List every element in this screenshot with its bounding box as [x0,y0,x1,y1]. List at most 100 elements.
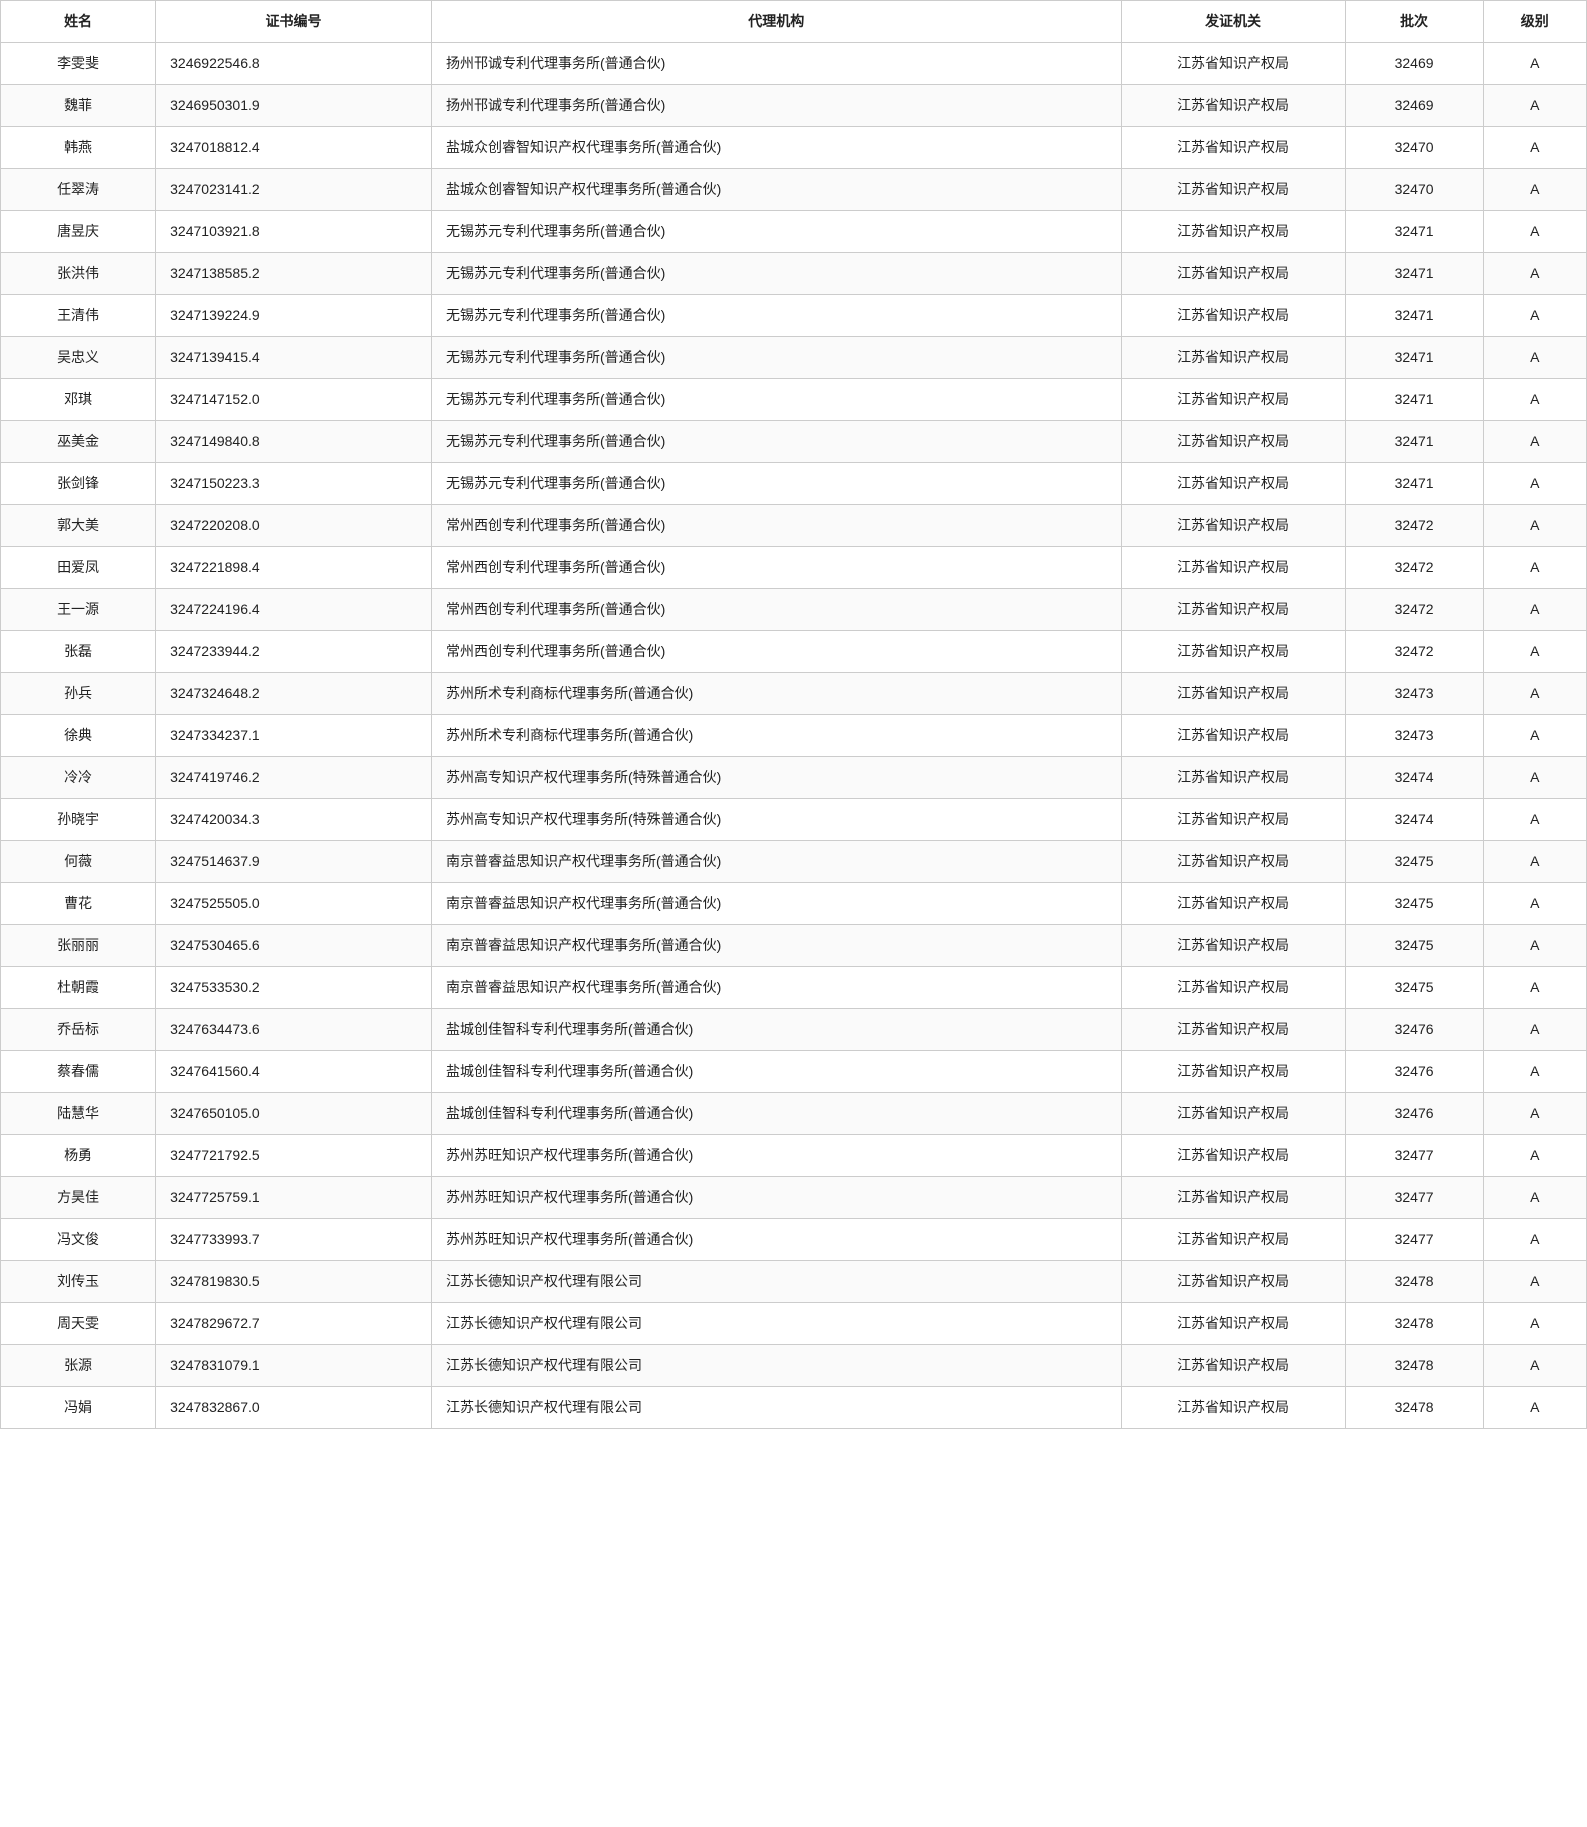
table-cell: A [1483,547,1586,589]
table-row: 乔岳标3247634473.6盐城创佳智科专利代理事务所(普通合伙)江苏省知识产… [1,1009,1587,1051]
table-cell: 苏州苏旺知识产权代理事务所(普通合伙) [431,1219,1121,1261]
table-cell: 江苏省知识产权局 [1121,421,1345,463]
table-cell: A [1483,841,1586,883]
table-cell: 32471 [1345,463,1483,505]
table-cell: 江苏省知识产权局 [1121,1177,1345,1219]
table-row: 张剑锋3247150223.3无锡苏元专利代理事务所(普通合伙)江苏省知识产权局… [1,463,1587,505]
table-cell: 杨勇 [1,1135,156,1177]
table-row: 韩燕3247018812.4盐城众创睿智知识产权代理事务所(普通合伙)江苏省知识… [1,127,1587,169]
table-cell: 江苏省知识产权局 [1121,799,1345,841]
table-cell: A [1483,631,1586,673]
table-cell: 32478 [1345,1387,1483,1429]
table-cell: 江苏省知识产权局 [1121,337,1345,379]
table-cell: 江苏省知识产权局 [1121,757,1345,799]
table-cell: 3247139415.4 [156,337,432,379]
table-cell: 3247525505.0 [156,883,432,925]
table-cell: 32478 [1345,1345,1483,1387]
table-cell: A [1483,925,1586,967]
table-cell: 32475 [1345,841,1483,883]
table-cell: A [1483,1387,1586,1429]
table-row: 王一源3247224196.4常州西创专利代理事务所(普通合伙)江苏省知识产权局… [1,589,1587,631]
table-cell: A [1483,589,1586,631]
table-row: 邓琪3247147152.0无锡苏元专利代理事务所(普通合伙)江苏省知识产权局3… [1,379,1587,421]
table-cell: 3247641560.4 [156,1051,432,1093]
table-cell: 唐昱庆 [1,211,156,253]
table-cell: 3247530465.6 [156,925,432,967]
table-cell: 王一源 [1,589,156,631]
table-cell: 3247829672.7 [156,1303,432,1345]
table-cell: 常州西创专利代理事务所(普通合伙) [431,631,1121,673]
col-header-level: 级别 [1483,1,1586,43]
table-cell: 曹花 [1,883,156,925]
table-cell: 常州西创专利代理事务所(普通合伙) [431,589,1121,631]
table-cell: 江苏长德知识产权代理有限公司 [431,1387,1121,1429]
table-cell: 南京普睿益思知识产权代理事务所(普通合伙) [431,841,1121,883]
table-cell: 3247420034.3 [156,799,432,841]
table-cell: 田爱凤 [1,547,156,589]
table-row: 冯娟3247832867.0江苏长德知识产权代理有限公司江苏省知识产权局3247… [1,1387,1587,1429]
table-cell: 江苏省知识产权局 [1121,169,1345,211]
table-cell: 陆慧华 [1,1093,156,1135]
table-cell: 江苏省知识产权局 [1121,1093,1345,1135]
table-cell: 32471 [1345,421,1483,463]
table-cell: 32475 [1345,925,1483,967]
table-cell: 江苏省知识产权局 [1121,883,1345,925]
table-cell: 32469 [1345,85,1483,127]
table-row: 周天雯3247829672.7江苏长德知识产权代理有限公司江苏省知识产权局324… [1,1303,1587,1345]
table-cell: A [1483,1135,1586,1177]
table-cell: 32476 [1345,1093,1483,1135]
table-cell: 江苏省知识产权局 [1121,715,1345,757]
table-cell: 3247139224.9 [156,295,432,337]
table-cell: 冷冷 [1,757,156,799]
table-cell: 张丽丽 [1,925,156,967]
table-cell: A [1483,43,1586,85]
table-cell: 3247832867.0 [156,1387,432,1429]
table-cell: 32472 [1345,547,1483,589]
table-row: 孙兵3247324648.2苏州所术专利商标代理事务所(普通合伙)江苏省知识产权… [1,673,1587,715]
table-cell: 何薇 [1,841,156,883]
col-header-issuer: 发证机关 [1121,1,1345,43]
table-cell: 32470 [1345,169,1483,211]
table-cell: 江苏省知识产权局 [1121,379,1345,421]
table-row: 巫美金3247149840.8无锡苏元专利代理事务所(普通合伙)江苏省知识产权局… [1,421,1587,463]
table-cell: 3246950301.9 [156,85,432,127]
table-cell: A [1483,1219,1586,1261]
table-cell: 3247819830.5 [156,1261,432,1303]
table-cell: 江苏省知识产权局 [1121,1261,1345,1303]
table-body: 李雯斐3246922546.8扬州邗诚专利代理事务所(普通合伙)江苏省知识产权局… [1,43,1587,1429]
table-cell: 邓琪 [1,379,156,421]
table-cell: 江苏省知识产权局 [1121,1135,1345,1177]
table-cell: 32478 [1345,1303,1483,1345]
table-cell: A [1483,883,1586,925]
table-cell: 32475 [1345,883,1483,925]
table-cell: A [1483,1093,1586,1135]
table-cell: A [1483,715,1586,757]
table-cell: 3247221898.4 [156,547,432,589]
table-cell: 3247721792.5 [156,1135,432,1177]
table-cell: 常州西创专利代理事务所(普通合伙) [431,547,1121,589]
table-cell: 江苏省知识产权局 [1121,841,1345,883]
table-cell: 32472 [1345,589,1483,631]
table-cell: 3247650105.0 [156,1093,432,1135]
table-cell: 张洪伟 [1,253,156,295]
table-row: 何薇3247514637.9南京普睿益思知识产权代理事务所(普通合伙)江苏省知识… [1,841,1587,883]
table-cell: 32472 [1345,631,1483,673]
table-cell: 32475 [1345,967,1483,1009]
table-cell: 江苏省知识产权局 [1121,127,1345,169]
table-cell: 江苏省知识产权局 [1121,211,1345,253]
table-cell: 32473 [1345,673,1483,715]
table-cell: 3247733993.7 [156,1219,432,1261]
table-cell: 冯娟 [1,1387,156,1429]
table-cell: A [1483,1303,1586,1345]
table-cell: A [1483,421,1586,463]
col-header-cert: 证书编号 [156,1,432,43]
table-cell: 无锡苏元专利代理事务所(普通合伙) [431,211,1121,253]
table-cell: A [1483,379,1586,421]
table-row: 王清伟3247139224.9无锡苏元专利代理事务所(普通合伙)江苏省知识产权局… [1,295,1587,337]
table-cell: 徐典 [1,715,156,757]
table-cell: 苏州高专知识产权代理事务所(特殊普通合伙) [431,799,1121,841]
table-row: 魏菲3246950301.9扬州邗诚专利代理事务所(普通合伙)江苏省知识产权局3… [1,85,1587,127]
table-cell: 吴忠义 [1,337,156,379]
table-cell: A [1483,757,1586,799]
table-cell: 3247334237.1 [156,715,432,757]
